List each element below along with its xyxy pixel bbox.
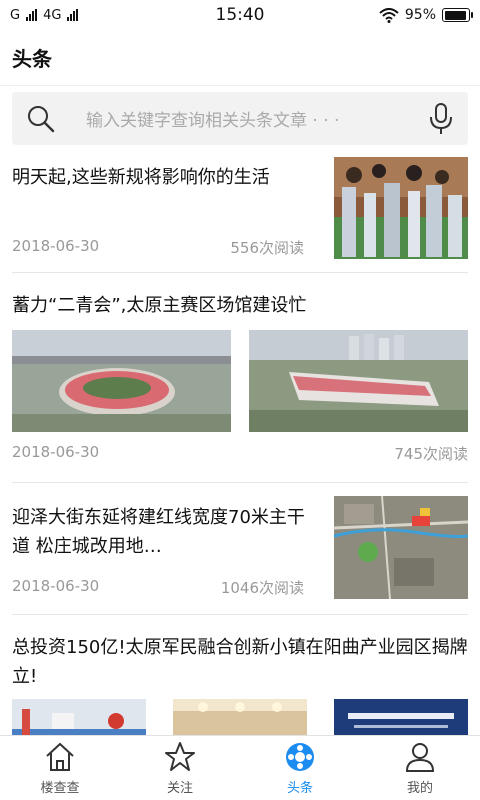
tab-follow[interactable]: 关注 [120, 736, 240, 800]
carrier-1-label: G [10, 7, 21, 23]
ceremony-image [12, 699, 146, 735]
status-right: 95% [379, 7, 473, 23]
home-icon[interactable] [43, 740, 77, 774]
stage-banner-image [334, 699, 468, 735]
article-date: 2018-06-30 [12, 237, 100, 255]
article-read-count: 1046次阅读 [220, 579, 304, 597]
article-title[interactable]: 蓄力“二青会”,太原主赛区场馆建设忙 [12, 291, 306, 320]
article-date: 2018-06-30 [12, 443, 100, 461]
page-title: 头条 [12, 47, 52, 71]
article-thumbnail[interactable] [334, 699, 468, 735]
arena-aerial-image [249, 330, 468, 432]
article-date: 2018-06-30 [12, 577, 100, 595]
tab-home[interactable]: 楼查查 [0, 736, 120, 800]
article-thumbnail[interactable] [12, 699, 146, 735]
article-thumbnails [12, 330, 468, 432]
hall-image [173, 699, 307, 735]
wifi-icon [379, 7, 399, 23]
bottom-tab-bar: 楼查查 关注 头条 我的 [0, 735, 480, 800]
tab-profile[interactable]: 我的 [360, 736, 480, 800]
article-thumbnail[interactable] [173, 699, 307, 735]
article-thumbnail[interactable] [12, 330, 231, 432]
profile-icon[interactable] [403, 740, 437, 774]
tab-label[interactable]: 楼查查 [40, 777, 79, 796]
tab-label[interactable]: 头条 [287, 777, 313, 796]
search-input[interactable]: 输入关键字查询相关头条文章 · · · [86, 106, 418, 131]
satellite-map-image [334, 496, 468, 599]
building-model-image [334, 157, 468, 259]
star-icon[interactable] [163, 740, 197, 774]
signal-icon-2 [67, 9, 79, 21]
article-meta: 2018-06-30 556次阅读 [12, 237, 304, 258]
headlines-icon[interactable] [283, 740, 317, 774]
article-feed[interactable]: 明天起,这些新规将影响你的生活 2018-06-30 556次阅读 蓄力“二青会… [0, 145, 480, 735]
microphone-icon[interactable] [428, 102, 454, 136]
search-icon[interactable] [26, 104, 56, 134]
article-card[interactable]: 明天起,这些新规将影响你的生活 2018-06-30 556次阅读 [12, 145, 468, 273]
battery-percent: 95% [404, 7, 436, 23]
tab-label[interactable]: 关注 [167, 777, 193, 796]
article-read-count: 556次阅读 [230, 239, 304, 257]
stadium-aerial-image [12, 330, 231, 432]
article-title[interactable]: 总投资150亿!太原军民融合创新小镇在阳曲产业园区揭牌立! [12, 633, 468, 691]
search-bar[interactable]: 输入关键字查询相关头条文章 · · · [12, 92, 468, 145]
battery-fill [444, 10, 467, 20]
article-thumbnail[interactable] [334, 157, 468, 259]
article-title[interactable]: 明天起,这些新规将影响你的生活 [12, 163, 312, 192]
tab-label[interactable]: 我的 [407, 777, 433, 796]
article-meta: 2018-06-30 745次阅读 [12, 443, 468, 464]
article-thumbnail[interactable] [249, 330, 468, 432]
battery-icon [442, 8, 473, 22]
article-thumbnail[interactable] [334, 496, 468, 599]
signal-icon [26, 9, 38, 21]
article-read-count: 745次阅读 [394, 445, 468, 463]
article-title[interactable]: 迎泽大街东延将建红线宽度70米主干道 松庄城改用地… [12, 503, 312, 561]
article-card[interactable]: 蓄力“二青会”,太原主赛区场馆建设忙 2018-06-30 745次阅读 [12, 273, 468, 483]
article-card[interactable]: 总投资150亿!太原军民融合创新小镇在阳曲产业园区揭牌立! [12, 615, 468, 735]
carrier-2-label: 4G [43, 7, 62, 23]
article-meta: 2018-06-30 1046次阅读 [12, 577, 304, 598]
article-thumbnails [12, 699, 468, 735]
status-left: G 4G [10, 7, 79, 23]
tab-headlines[interactable]: 头条 [240, 736, 360, 800]
article-card[interactable]: 迎泽大街东延将建红线宽度70米主干道 松庄城改用地… 2018-06-30 10… [12, 483, 468, 615]
status-bar: G 4G 15:40 95% [0, 0, 480, 30]
app-header: 头条 [0, 30, 480, 86]
